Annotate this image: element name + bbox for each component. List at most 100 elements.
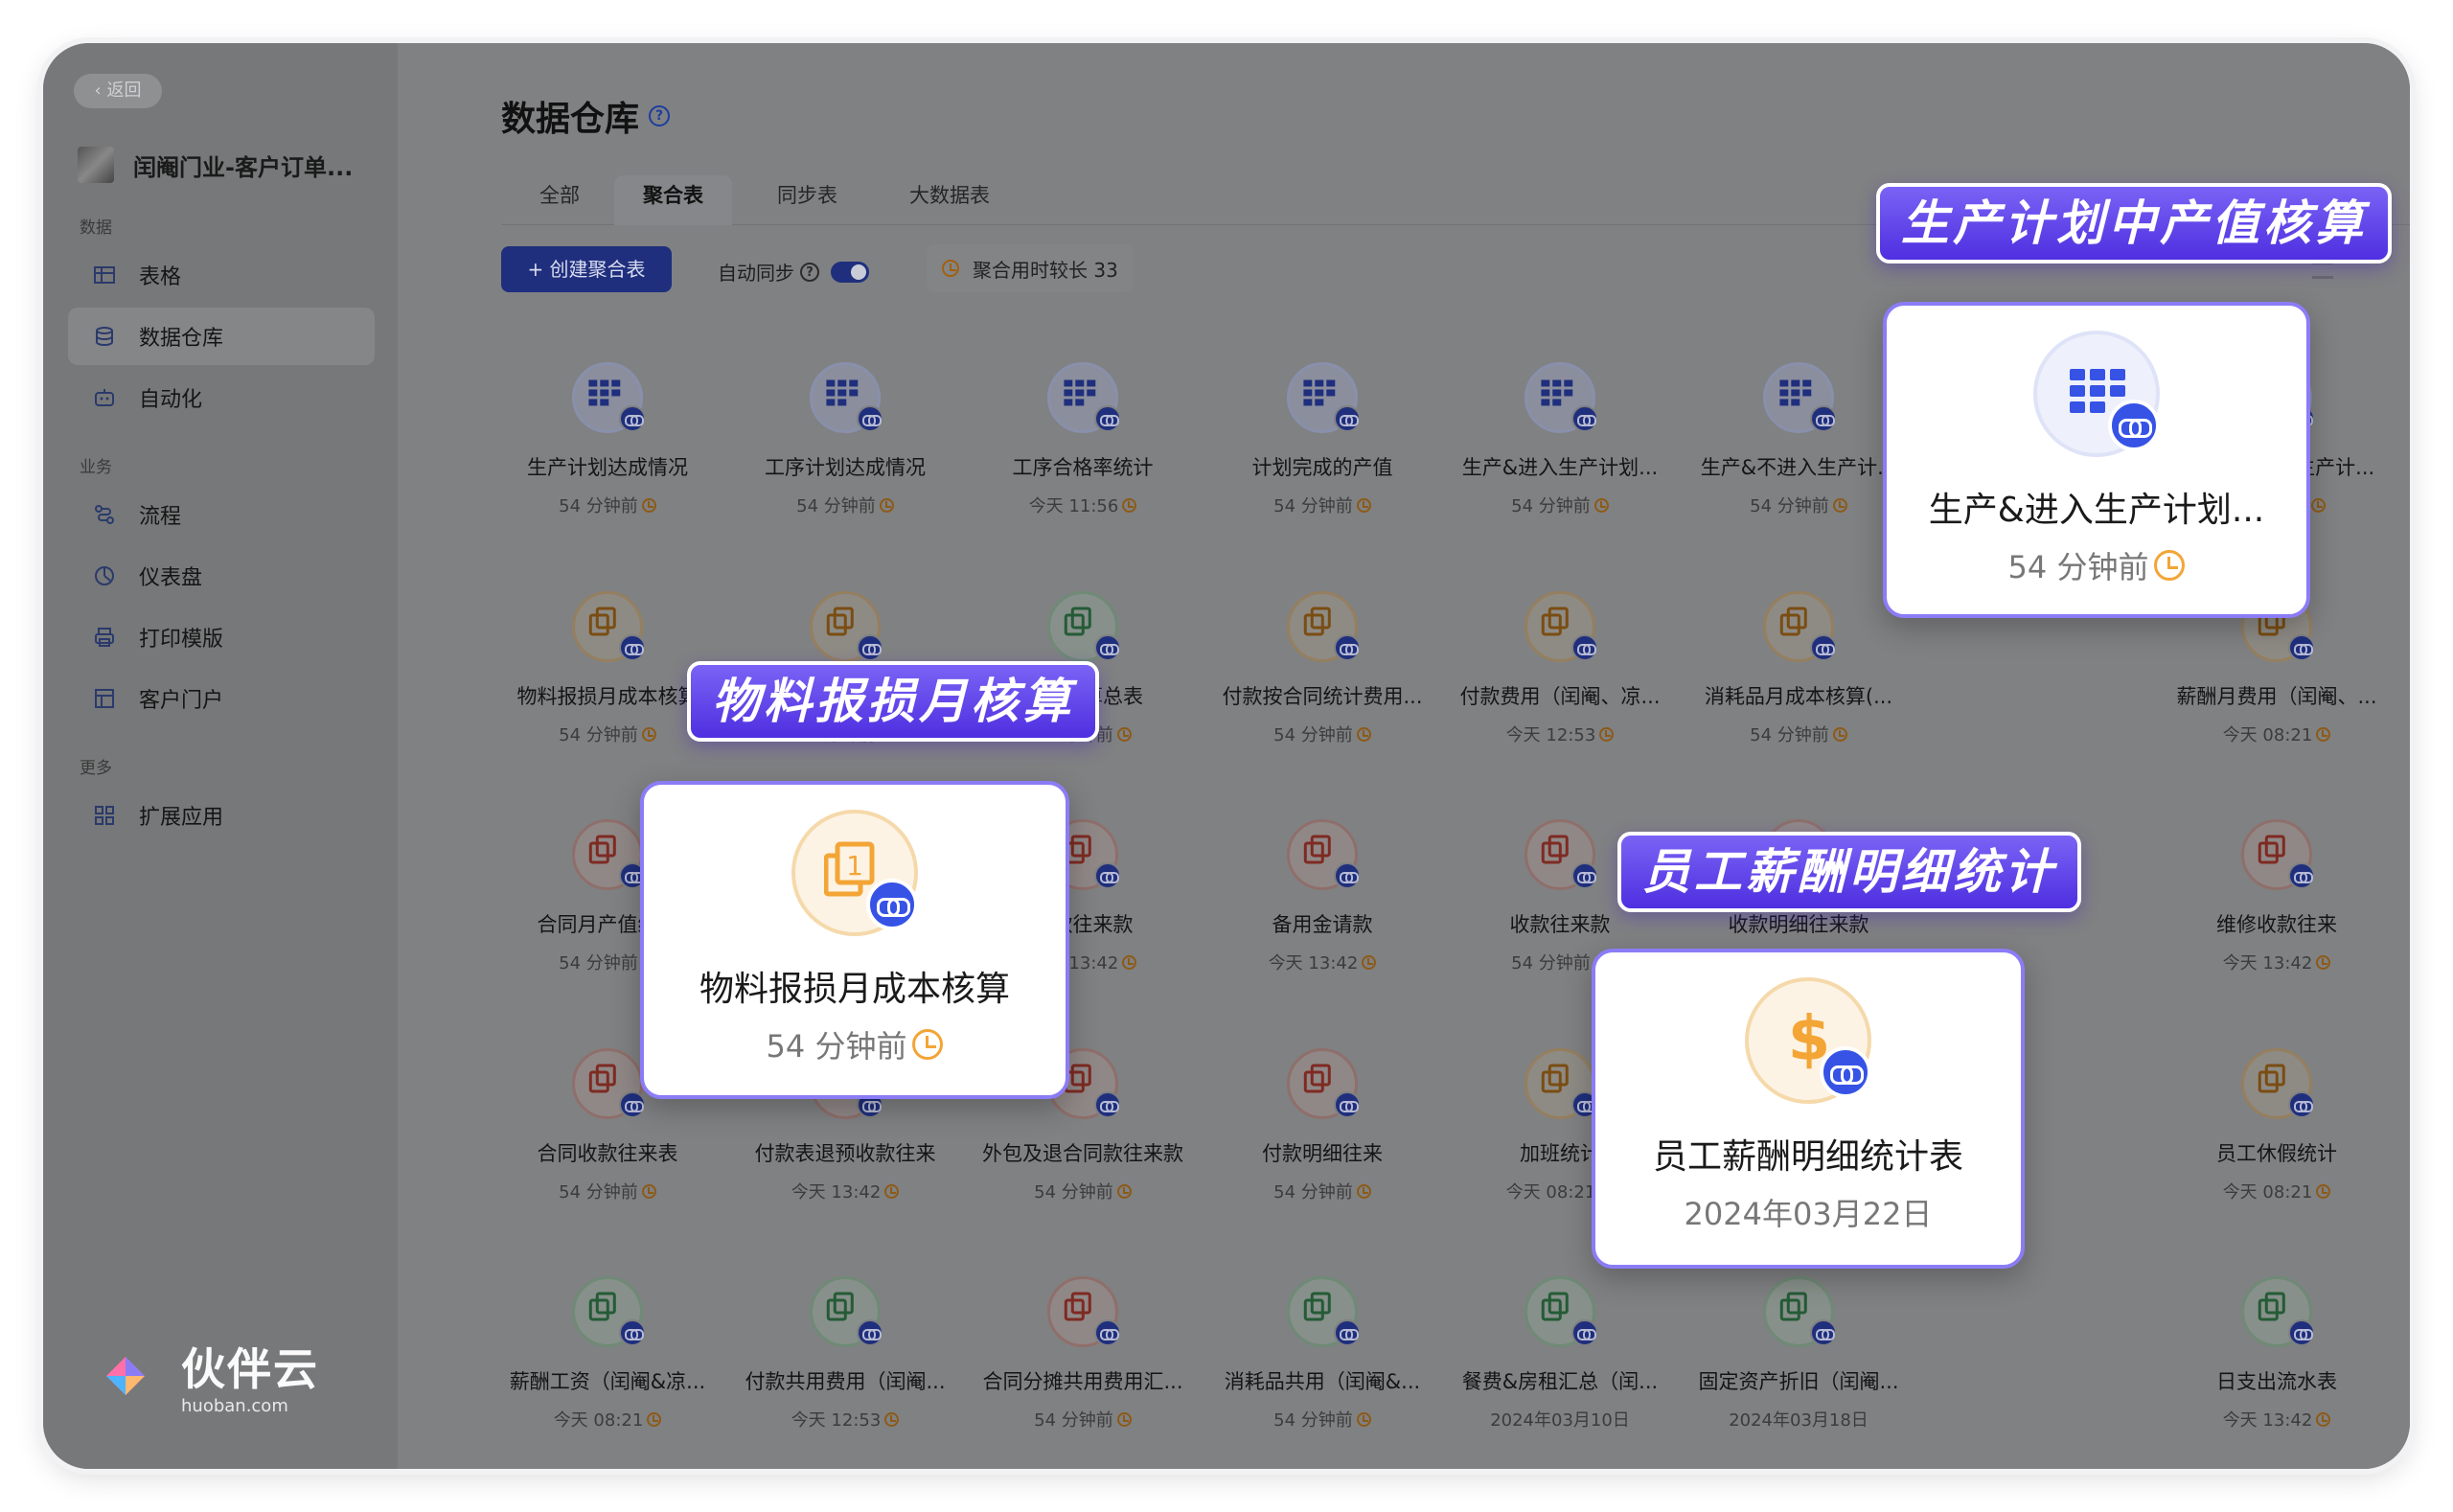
- list-item[interactable]: 备用金请款 今天 13:42: [1207, 819, 1437, 1001]
- sidebar-item-label: 客户门户: [139, 689, 224, 713]
- callout-card-salary[interactable]: $ 员工薪酬明细统计表 2024年03月22日: [1592, 949, 2025, 1269]
- document-icon: [572, 819, 646, 890]
- link-icon: [1334, 634, 1361, 661]
- clock-icon: [2154, 550, 2186, 581]
- autosync-label: 自动同步: [718, 262, 794, 285]
- sidebar: ‹ 返回 闰阉门业-客户订单... 数据 表格 数据仓库 自动化 业务 流程 仪…: [43, 43, 398, 1469]
- card-time-text: 54 分钟前: [796, 496, 876, 516]
- card-time: 54 分钟前: [968, 1179, 1198, 1203]
- sidebar-item-customer-portal[interactable]: 客户门户: [68, 670, 375, 727]
- list-item[interactable]: 生产计划达成情况 54 分钟前: [493, 362, 722, 544]
- card-glyph: [1779, 379, 1812, 410]
- list-item[interactable]: 付款明细往来 54 分钟前: [1207, 1048, 1437, 1230]
- tab-all[interactable]: 全部: [511, 175, 608, 225]
- tab-sync[interactable]: 同步表: [748, 175, 866, 225]
- link-icon: [1334, 1319, 1361, 1346]
- callout-card-material[interactable]: 1 物料报损月成本核算 54 分钟前: [640, 781, 1069, 1099]
- card-glyph: [1779, 1291, 1812, 1327]
- list-item[interactable]: 工序合格率统计今天 11:56: [968, 362, 1198, 544]
- sidebar-item-workflow[interactable]: 流程: [68, 486, 375, 543]
- card-title: 生产&不进入生产计...: [1700, 456, 1897, 479]
- clock-icon: [641, 497, 656, 513]
- card-glyph: [1303, 1291, 1336, 1327]
- link-icon: [2108, 400, 2160, 451]
- card-time-text: 今天 13:42: [2222, 953, 2313, 974]
- autosync-toggle[interactable]: [831, 261, 869, 283]
- document-icon: [1287, 1048, 1361, 1119]
- sidebar-item-label: 数据仓库: [139, 327, 224, 351]
- sidebar-item-extensions[interactable]: 扩展应用: [68, 787, 375, 844]
- document-icon: [1763, 1276, 1837, 1347]
- app-header[interactable]: 闰阉门业-客户订单...: [78, 147, 353, 183]
- list-item[interactable]: 消耗品共用（闰阉&... 54 分钟前: [1207, 1276, 1437, 1458]
- stack-icon: [810, 591, 883, 662]
- list-item[interactable]: 计划完成的产值 54 分钟前: [1207, 362, 1437, 544]
- card-glyph: [1303, 1063, 1336, 1099]
- list-item[interactable]: 日支出流水表 今天 13:42: [2162, 1276, 2392, 1458]
- sidebar-item-data-warehouse[interactable]: 数据仓库: [68, 308, 375, 365]
- brand-mark-icon: [106, 1356, 145, 1395]
- list-item[interactable]: 生产&进入生产计划... 54 分钟前: [1445, 362, 1675, 544]
- back-button[interactable]: ‹ 返回: [74, 74, 162, 108]
- list-item[interactable]: 维修收款往来 今天 13:42: [2162, 819, 2392, 1001]
- card-time: 2024年03月18日: [1684, 1407, 1914, 1432]
- tab-aggregate[interactable]: 聚合表: [614, 175, 732, 225]
- sidebar-item-dashboard[interactable]: 仪表盘: [68, 547, 375, 605]
- document-icon: [1287, 819, 1361, 890]
- list-item[interactable]: 员工休假统计 今天 08:21: [2162, 1048, 2392, 1230]
- brand-logo: 伙伴云 huoban.com: [87, 1335, 319, 1416]
- stack-icon: [572, 591, 646, 662]
- card-time-text: 今天 08:21: [553, 1410, 644, 1431]
- sidebar-item-automation[interactable]: 自动化: [68, 369, 375, 426]
- list-item[interactable]: 付款按合同统计费用... 54 分钟前: [1207, 591, 1437, 773]
- list-item[interactable]: 生产&不进入生产计... 54 分钟前: [1684, 362, 1914, 544]
- card-title: 薪酬月费用（闰阉、...: [2176, 685, 2377, 708]
- sidebar-item-print-template[interactable]: 打印模版: [68, 608, 375, 666]
- tab-bigdata[interactable]: 大数据表: [881, 175, 1019, 225]
- clock-icon: [884, 1183, 900, 1199]
- card-time: 今天 12:53: [1445, 722, 1675, 746]
- link-icon: [2288, 862, 2315, 889]
- apps-icon: [91, 802, 118, 829]
- card-title: 备用金请款: [1272, 913, 1373, 936]
- list-item[interactable]: 薪酬月费用（闰阉、... 今天 08:21: [2162, 591, 2392, 773]
- stack-icon: [2241, 1048, 2315, 1119]
- list-item[interactable]: 餐费&房租汇总（闰... 2024年03月10日: [1445, 1276, 1675, 1458]
- card-time: 54 分钟前: [493, 1179, 722, 1203]
- card-glyph: [2258, 1063, 2290, 1099]
- list-item[interactable]: 消耗品月成本核算(... 54 分钟前: [1684, 591, 1914, 773]
- brand-url: huoban.com: [181, 1396, 288, 1416]
- card-title: 付款明细往来: [1262, 1142, 1383, 1165]
- create-aggregate-button[interactable]: + 创建聚合表: [501, 246, 672, 292]
- section-label-more: 更多: [80, 759, 112, 778]
- card-glyph: [1779, 606, 1812, 642]
- section-label-data: 数据: [80, 218, 112, 238]
- callout-time: 54 分钟前: [766, 1028, 907, 1065]
- sidebar-item-table[interactable]: 表格: [68, 246, 375, 304]
- card-time-text: 54 分钟前: [1273, 496, 1353, 516]
- card-time: 54 分钟前: [1207, 722, 1437, 746]
- card-title: 生产&进入生产计划...: [1461, 456, 1659, 479]
- slow-aggregation-filter[interactable]: 聚合用时较长 33: [927, 244, 1134, 292]
- list-item[interactable]: 工序计划达成情况 54 分钟前: [730, 362, 960, 544]
- autosync-help-icon[interactable]: ?: [800, 262, 819, 282]
- list-item[interactable]: 固定资产折旧（闰阉... 2024年03月18日: [1684, 1276, 1914, 1458]
- card-title: 工序合格率统计: [1012, 456, 1154, 479]
- card-time-text: 今天 08:21: [1505, 1182, 1596, 1203]
- card-time-text: 今天 11:56: [1028, 496, 1119, 516]
- clock-icon: [1356, 497, 1371, 513]
- view-toggle-icon[interactable]: [2312, 262, 2333, 279]
- list-item[interactable]: 付款共用费用（闰阉... 今天 12:53: [730, 1276, 960, 1458]
- card-time: 54 分钟前: [1684, 493, 1914, 517]
- list-item[interactable]: 薪酬工资（闰阉&凉... 今天 08:21: [493, 1276, 722, 1458]
- card-time-text: 今天 12:53: [1505, 725, 1596, 745]
- link-icon: [2288, 1091, 2315, 1118]
- clock-icon: [1832, 497, 1847, 513]
- list-item[interactable]: 合同分摊共用费用汇... 54 分钟前: [968, 1276, 1198, 1458]
- list-item[interactable]: 付款费用（闰阉、凉... 今天 12:53: [1445, 591, 1675, 773]
- help-icon[interactable]: ?: [649, 105, 671, 126]
- clock-icon: [1356, 726, 1371, 742]
- card-title: 付款表退预收款往来: [754, 1142, 936, 1165]
- callout-card-production[interactable]: 生产&进入生产计划... 54 分钟前: [1883, 302, 2310, 618]
- card-time-text: 54 分钟前: [1034, 1182, 1113, 1203]
